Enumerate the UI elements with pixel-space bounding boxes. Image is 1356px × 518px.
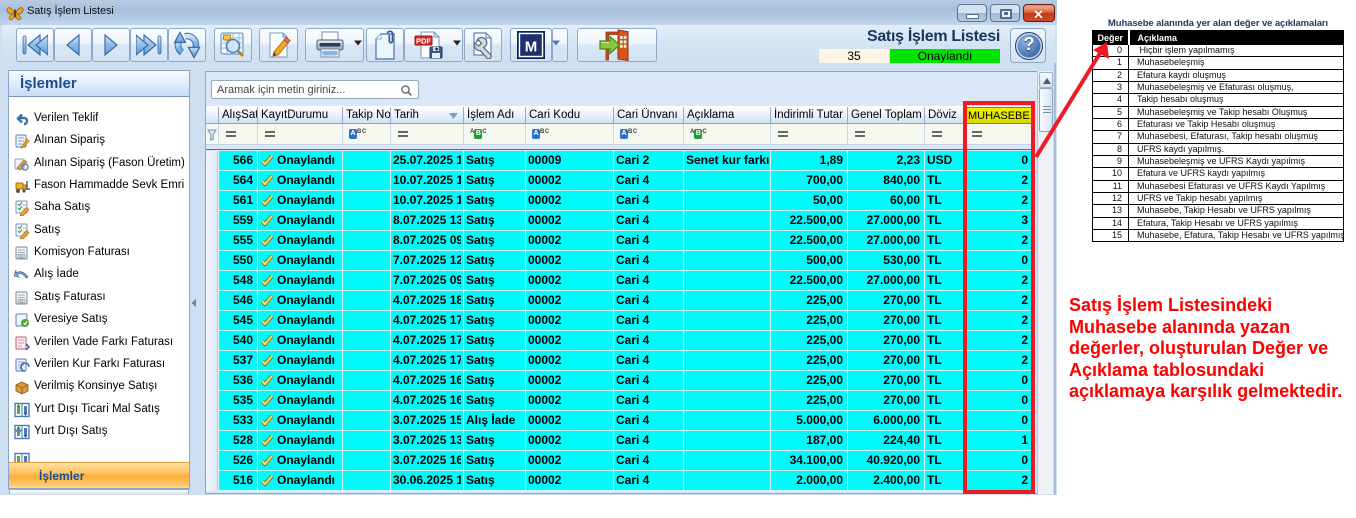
svg-text:01: 01 (20, 300, 24, 304)
svg-text:M: M (525, 39, 538, 56)
svg-text:PDF: PDF (416, 36, 431, 45)
svg-text:01: 01 (20, 255, 24, 259)
